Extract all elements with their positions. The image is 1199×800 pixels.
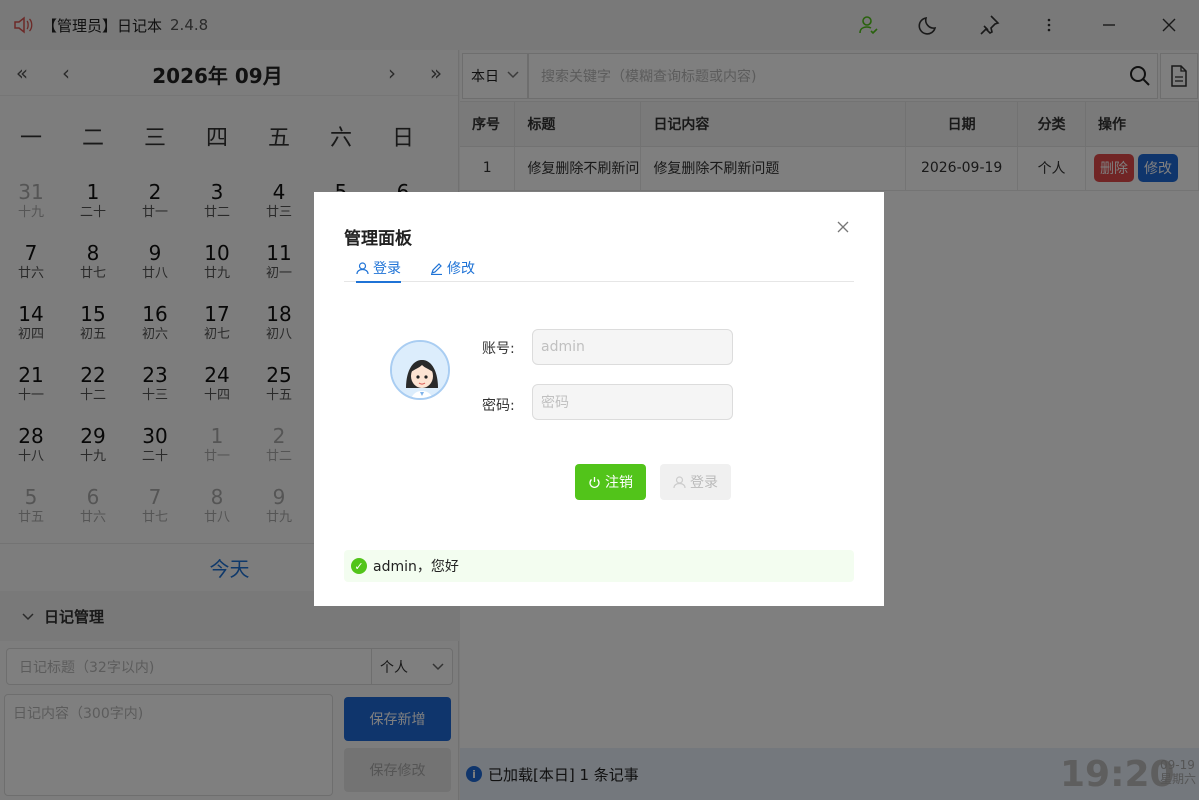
login-label: 登录 xyxy=(690,475,718,491)
pencil-icon xyxy=(431,262,442,275)
success-alert: ✓ admin，您好 xyxy=(344,550,854,582)
login-button[interactable]: 登录 xyxy=(660,464,731,500)
power-icon xyxy=(589,476,600,488)
logout-label: 注销 xyxy=(605,475,633,491)
user-icon xyxy=(356,261,369,274)
account-input[interactable]: admin xyxy=(532,329,733,365)
user-icon xyxy=(673,475,686,488)
tab-login[interactable]: 登录 xyxy=(356,258,401,283)
avatar xyxy=(390,340,450,400)
password-placeholder: 密码 xyxy=(541,395,569,411)
close-icon xyxy=(837,221,849,233)
tab-edit-label: 修改 xyxy=(447,261,475,277)
account-label: 账号: xyxy=(482,341,515,357)
welcome-message: admin，您好 xyxy=(373,559,459,575)
dialog-title: 管理面板 xyxy=(344,229,412,249)
dialog-close-button[interactable] xyxy=(834,218,852,236)
tab-edit[interactable]: 修改 xyxy=(430,258,475,278)
dialog-tabs: 登录 修改 xyxy=(344,254,854,283)
check-circle-icon: ✓ xyxy=(351,558,367,574)
password-input[interactable]: 密码 xyxy=(532,384,733,420)
logout-button[interactable]: 注销 xyxy=(575,464,646,500)
account-placeholder: admin xyxy=(541,339,585,355)
tab-login-label: 登录 xyxy=(373,261,401,277)
admin-panel-dialog: 管理面板 登录 修改 账号: admin 密码: 密码 注销 登录 ✓ admi… xyxy=(314,192,884,606)
password-label: 密码: xyxy=(482,398,515,414)
